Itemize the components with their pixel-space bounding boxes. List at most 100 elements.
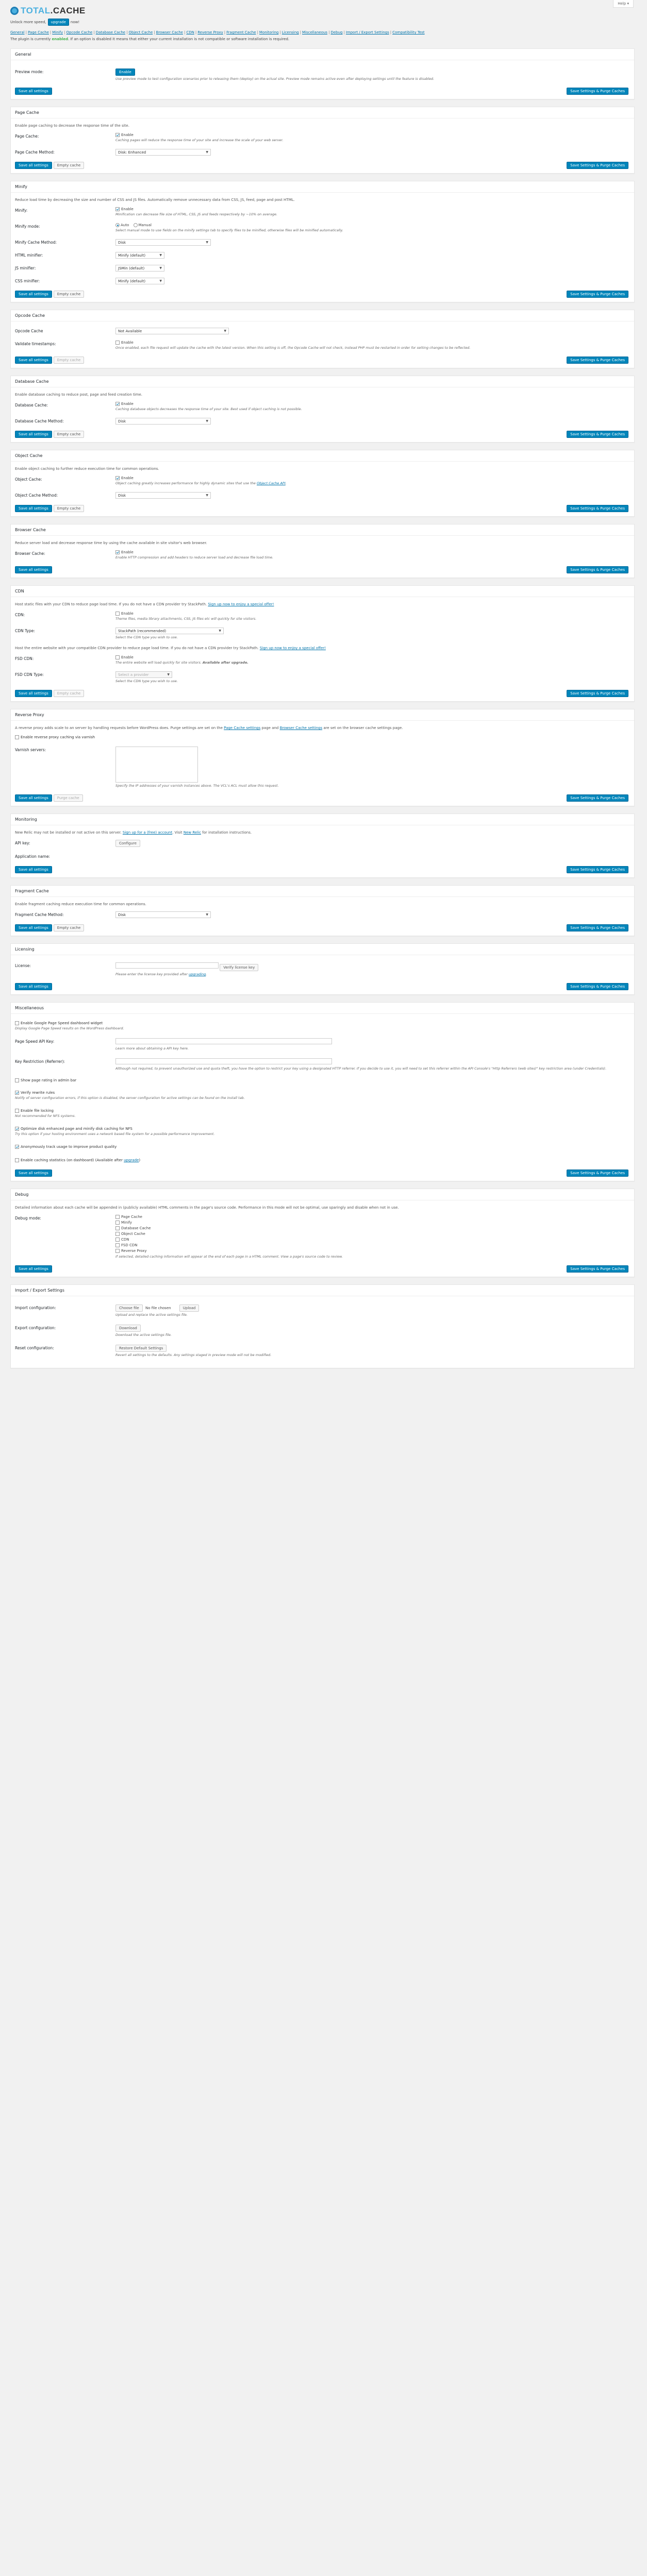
debug-item-checkbox[interactable]: [115, 1249, 120, 1253]
browser-cache-checkbox[interactable]: [115, 550, 120, 554]
nav-link[interactable]: Object Cache: [128, 30, 153, 35]
database-cache-checkbox[interactable]: [115, 402, 120, 406]
page-cache-settings-link[interactable]: Page Cache settings: [224, 726, 260, 730]
nav-link[interactable]: Fragment Cache: [226, 30, 256, 35]
fragment-cache-save-purge-button[interactable]: Save Settings & Purge Caches: [567, 924, 628, 931]
debug-item-checkbox[interactable]: [115, 1226, 120, 1230]
debug-item[interactable]: Minify: [115, 1221, 630, 1225]
nav-link[interactable]: Browser Cache: [156, 30, 183, 35]
caching-stats-upgrade-link[interactable]: upgrade: [124, 1158, 139, 1162]
file-locking-checkbox[interactable]: [15, 1109, 19, 1113]
object-cache-save-purge-button[interactable]: Save Settings & Purge Caches: [567, 505, 628, 512]
fsd-signup-link[interactable]: Sign up now to enjoy a special offer!: [260, 646, 326, 650]
debug-item-checkbox[interactable]: [115, 1238, 120, 1242]
debug-item[interactable]: Reverse Proxy: [115, 1249, 630, 1253]
browser-cache-save-button[interactable]: Save all settings: [15, 566, 52, 573]
configure-button[interactable]: Configure: [115, 840, 140, 847]
debug-item[interactable]: Database Cache: [115, 1226, 630, 1230]
database-cache-empty-button[interactable]: Empty cache: [53, 431, 85, 438]
cdn-empty-button[interactable]: Empty cache: [53, 690, 85, 697]
minify-manual-radio[interactable]: [133, 223, 138, 227]
nav-link[interactable]: Licensing: [282, 30, 299, 35]
misc-save-purge-button[interactable]: Save Settings & Purge Caches: [567, 1170, 628, 1177]
minify-auto-radio[interactable]: [115, 223, 120, 227]
minify-method-select[interactable]: Disk ▼: [115, 239, 211, 246]
minify-save-button[interactable]: Save all settings: [15, 291, 52, 298]
page-cache-empty-button[interactable]: Empty cache: [53, 162, 85, 169]
nav-link[interactable]: Database Cache: [96, 30, 125, 35]
fragment-cache-method-select[interactable]: Disk ▼: [115, 911, 211, 918]
browser-cache-settings-link[interactable]: Browser Cache settings: [280, 726, 323, 730]
varnish-servers-textarea[interactable]: [115, 747, 198, 783]
debug-item[interactable]: Page Cache: [115, 1215, 630, 1219]
help-tab[interactable]: Help ▾: [613, 0, 634, 8]
database-cache-method-select[interactable]: Disk ▼: [115, 418, 211, 425]
caching-stats-checkbox[interactable]: [15, 1158, 19, 1162]
license-input[interactable]: [115, 962, 219, 969]
cdn-save-button[interactable]: Save all settings: [15, 690, 52, 697]
html-minifier-select[interactable]: Minify (default) ▼: [115, 252, 164, 259]
opcode-empty-button[interactable]: Empty cache: [53, 357, 85, 364]
css-minifier-select[interactable]: Minify (default) ▼: [115, 278, 164, 284]
choose-file-button[interactable]: Choose file: [115, 1304, 143, 1312]
debug-item-checkbox[interactable]: [115, 1215, 120, 1219]
minify-checkbox[interactable]: [115, 207, 120, 211]
nav-link[interactable]: Debug: [330, 30, 342, 35]
monitoring-save-purge-button[interactable]: Save Settings & Purge Caches: [567, 866, 628, 873]
nav-link[interactable]: Compatibility Test: [392, 30, 425, 35]
page-cache-save-purge-button[interactable]: Save Settings & Purge Caches: [567, 162, 628, 169]
minify-empty-button[interactable]: Empty cache: [53, 291, 85, 298]
nav-link[interactable]: Reverse Proxy: [197, 30, 223, 35]
debug-item[interactable]: CDN: [115, 1238, 630, 1242]
fsd-cdn-type-select[interactable]: Select a provider ▼: [115, 671, 172, 678]
js-minifier-select[interactable]: JSMin (default) ▼: [115, 265, 164, 272]
object-cache-method-select[interactable]: Disk ▼: [115, 492, 211, 499]
misc-save-button[interactable]: Save all settings: [15, 1170, 52, 1177]
cdn-checkbox[interactable]: [115, 612, 120, 616]
cdn-type-select[interactable]: StackPath (recommended) ▼: [115, 628, 224, 634]
debug-item-checkbox[interactable]: [115, 1221, 120, 1225]
debug-item[interactable]: Object Cache: [115, 1232, 630, 1236]
debug-save-button[interactable]: Save all settings: [15, 1265, 52, 1273]
opcode-save-button[interactable]: Save all settings: [15, 357, 52, 364]
page-cache-method-select[interactable]: Disk: Enhanced ▼: [115, 149, 211, 156]
nav-link[interactable]: General: [10, 30, 25, 35]
nav-link[interactable]: Monitoring: [259, 30, 278, 35]
debug-save-purge-button[interactable]: Save Settings & Purge Caches: [567, 1265, 628, 1273]
reverse-proxy-save-button[interactable]: Save all settings: [15, 794, 52, 802]
upgrading-link[interactable]: upgrading: [189, 972, 206, 976]
psi-api-key-input[interactable]: [115, 1038, 332, 1044]
reverse-proxy-save-purge-button[interactable]: Save Settings & Purge Caches: [567, 794, 628, 802]
opcode-select[interactable]: Not Available ▼: [115, 328, 229, 334]
varnish-checkbox[interactable]: [15, 735, 19, 739]
purge-cache-button[interactable]: Purge cache: [53, 794, 83, 802]
page-cache-checkbox[interactable]: [115, 133, 120, 137]
usage-tracking-checkbox[interactable]: [15, 1145, 19, 1149]
newrelic-link[interactable]: New Relic: [184, 831, 201, 835]
debug-item[interactable]: FSD CDN: [115, 1243, 630, 1247]
minify-save-purge-button[interactable]: Save Settings & Purge Caches: [567, 291, 628, 298]
cdn-save-purge-button[interactable]: Save Settings & Purge Caches: [567, 690, 628, 697]
object-cache-empty-button[interactable]: Empty cache: [53, 505, 85, 512]
monitoring-save-button[interactable]: Save all settings: [15, 866, 52, 873]
nfs-checkbox[interactable]: [15, 1127, 19, 1131]
validate-timestamps-checkbox[interactable]: [115, 341, 120, 345]
download-button[interactable]: Download: [115, 1325, 141, 1332]
newrelic-signup-link[interactable]: Sign up for a (free) account: [123, 831, 172, 835]
preview-enable-button[interactable]: Enable: [115, 69, 135, 76]
debug-item-checkbox[interactable]: [115, 1232, 120, 1236]
debug-item-checkbox[interactable]: [115, 1243, 120, 1247]
general-save-purge-button[interactable]: Save Settings & Purge Caches: [567, 88, 628, 95]
nav-link[interactable]: Import / Export Settings: [346, 30, 389, 35]
nav-link[interactable]: Minify: [52, 30, 63, 35]
browser-cache-save-purge-button[interactable]: Save Settings & Purge Caches: [567, 566, 628, 573]
restore-defaults-button[interactable]: Restore Default Settings: [115, 1345, 167, 1352]
nav-link[interactable]: Miscellaneous: [302, 30, 327, 35]
psi-widget-checkbox[interactable]: [15, 1021, 19, 1025]
nav-link[interactable]: Opcode Cache: [66, 30, 92, 35]
upload-button[interactable]: Upload: [179, 1304, 200, 1312]
opcode-save-purge-button[interactable]: Save Settings & Purge Caches: [567, 357, 628, 364]
verify-license-button[interactable]: Verify license key: [220, 964, 259, 971]
database-cache-save-purge-button[interactable]: Save Settings & Purge Caches: [567, 431, 628, 438]
object-cache-save-button[interactable]: Save all settings: [15, 505, 52, 512]
